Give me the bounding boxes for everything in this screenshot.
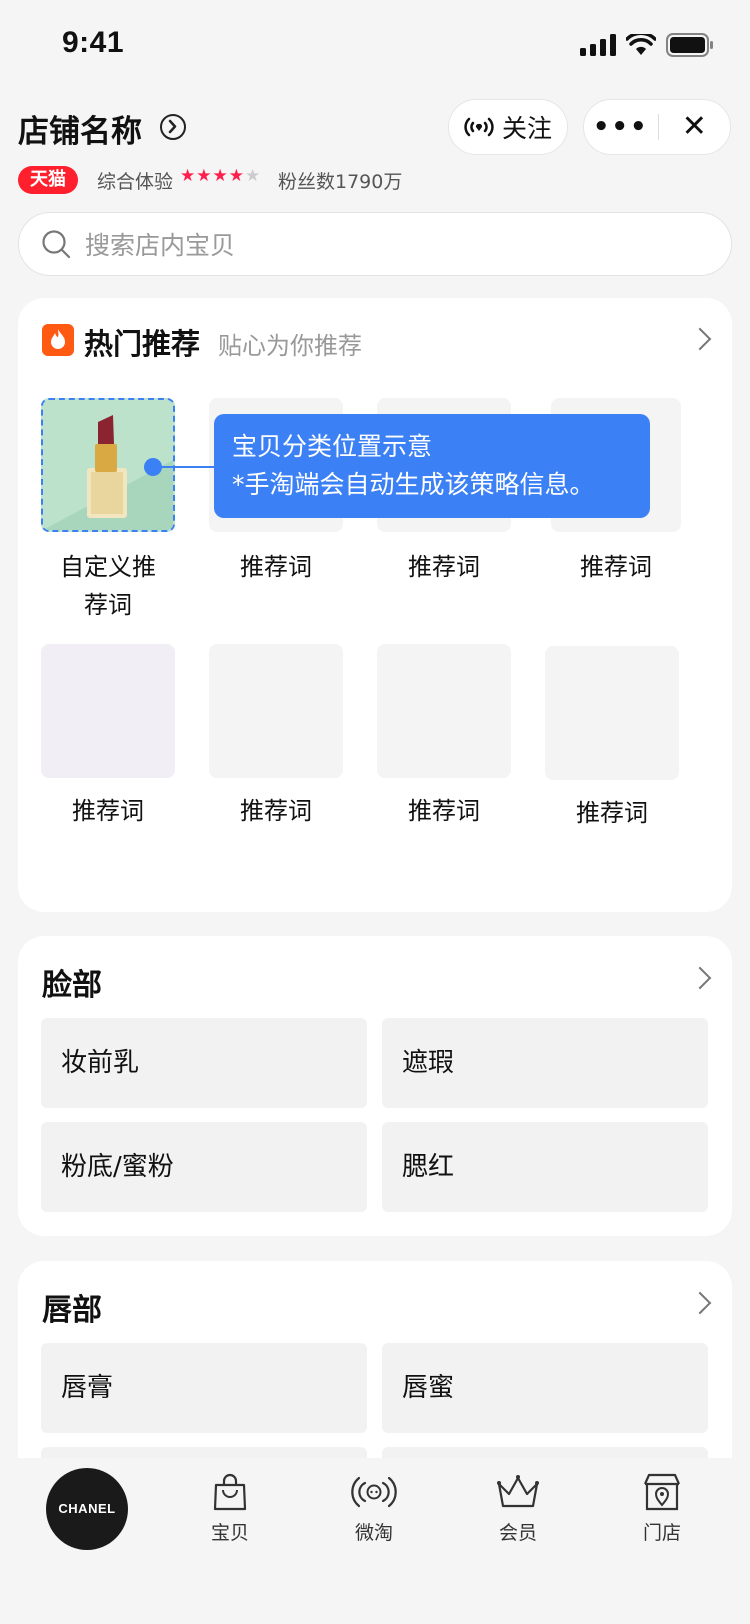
broadcast-icon xyxy=(351,1476,397,1508)
face-title: 脸部 xyxy=(42,968,102,1003)
signal-icon xyxy=(580,34,616,56)
recommend-label: 推荐词 xyxy=(408,797,480,825)
hot-recommend-card: 热门推荐 贴心为你推荐 自定义推 荐词 推荐词 推荐词 推荐词 宝贝分类位置示意… xyxy=(18,298,732,912)
lip-title: 唇部 xyxy=(42,1293,102,1328)
follow-label: 关注 xyxy=(501,114,552,143)
recommend-label: 推荐词 xyxy=(72,797,144,825)
face-category-card: 脸部 妆前乳 遮瑕 粉底/蜜粉 腮红 xyxy=(18,936,732,1236)
nav-item-member[interactable]: 会员 xyxy=(468,1472,568,1545)
status-time: 9:41 xyxy=(62,26,125,59)
follow-button[interactable]: 关注 xyxy=(448,99,568,155)
brand-logo[interactable]: CHANEL xyxy=(46,1468,128,1550)
recommend-label: 推荐词 xyxy=(240,553,312,581)
status-icons xyxy=(580,30,714,60)
tmall-badge: 天猫 xyxy=(18,166,78,194)
lip-more-chevron-icon[interactable] xyxy=(688,1291,712,1315)
category-item[interactable]: 唇膏 xyxy=(41,1343,367,1433)
tooltip-line-2: *手淘端会自动生成该策略信息。 xyxy=(232,470,595,499)
recommend-label: 推荐词 xyxy=(580,553,652,581)
capsule-menu: ••• ✕ xyxy=(583,99,731,155)
recommend-tile[interactable] xyxy=(209,644,343,778)
nav-label: 宝贝 xyxy=(210,1522,249,1544)
store-name[interactable]: 店铺名称 xyxy=(18,106,142,151)
bottom-nav: CHANEL 宝贝 微淘 会员 门店 xyxy=(0,1458,750,1624)
recommend-tile[interactable] xyxy=(545,646,679,780)
category-item[interactable]: 妆前乳 xyxy=(41,1018,367,1108)
hot-subtitle: 贴心为你推荐 xyxy=(218,332,362,360)
shopping-bag-icon xyxy=(213,1473,247,1511)
hot-title: 热门推荐 xyxy=(84,327,201,361)
recommend-label: 推荐词 xyxy=(576,799,648,827)
fire-icon xyxy=(42,324,74,356)
category-item[interactable]: 粉底/蜜粉 xyxy=(41,1122,367,1212)
category-item[interactable]: 唇蜜 xyxy=(382,1343,708,1433)
search-bar[interactable]: 搜索店内宝贝 xyxy=(18,212,732,276)
nav-label: 会员 xyxy=(498,1522,537,1544)
stars-empty: ★ xyxy=(244,166,262,186)
recommend-label: 自定义推 荐词 xyxy=(60,553,156,619)
rating-label: 综合体验 xyxy=(97,171,174,193)
nav-item-weitao[interactable]: 微淘 xyxy=(324,1472,424,1545)
category-position-tooltip: 宝贝分类位置示意 *手淘端会自动生成该策略信息。 xyxy=(214,414,650,518)
battery-icon xyxy=(666,33,713,57)
category-item[interactable]: 遮瑕 xyxy=(382,1018,708,1108)
search-placeholder: 搜索店内宝贝 xyxy=(85,231,236,260)
tooltip-line-1: 宝贝分类位置示意 xyxy=(232,432,433,461)
store-info-chevron-icon[interactable] xyxy=(160,114,186,140)
recommend-label: 推荐词 xyxy=(408,553,480,581)
fans-count: 粉丝数1790万 xyxy=(278,171,403,193)
recommend-tile[interactable] xyxy=(41,644,175,778)
store-location-icon xyxy=(643,1473,681,1511)
broadcast-icon xyxy=(464,117,494,137)
rating-stars: ★★★★★ xyxy=(180,166,261,186)
face-more-chevron-icon[interactable] xyxy=(688,966,712,990)
close-button[interactable]: ✕ xyxy=(659,99,731,155)
more-button[interactable]: ••• xyxy=(584,99,658,155)
search-icon xyxy=(42,230,71,259)
nav-item-store[interactable]: 门店 xyxy=(612,1472,712,1545)
stars-filled: ★★★★ xyxy=(180,166,245,186)
nav-label: 门店 xyxy=(642,1522,681,1544)
recommend-tile[interactable] xyxy=(377,644,511,778)
crown-icon xyxy=(497,1475,539,1508)
nav-item-products[interactable]: 宝贝 xyxy=(180,1472,280,1545)
tooltip-dot xyxy=(144,458,162,476)
tooltip-connector xyxy=(158,466,216,468)
hot-more-chevron-icon[interactable] xyxy=(688,327,712,351)
recommend-label: 推荐词 xyxy=(240,797,312,825)
nav-label: 微淘 xyxy=(354,1522,393,1544)
category-item[interactable]: 腮红 xyxy=(382,1122,708,1212)
wifi-icon xyxy=(626,34,656,55)
